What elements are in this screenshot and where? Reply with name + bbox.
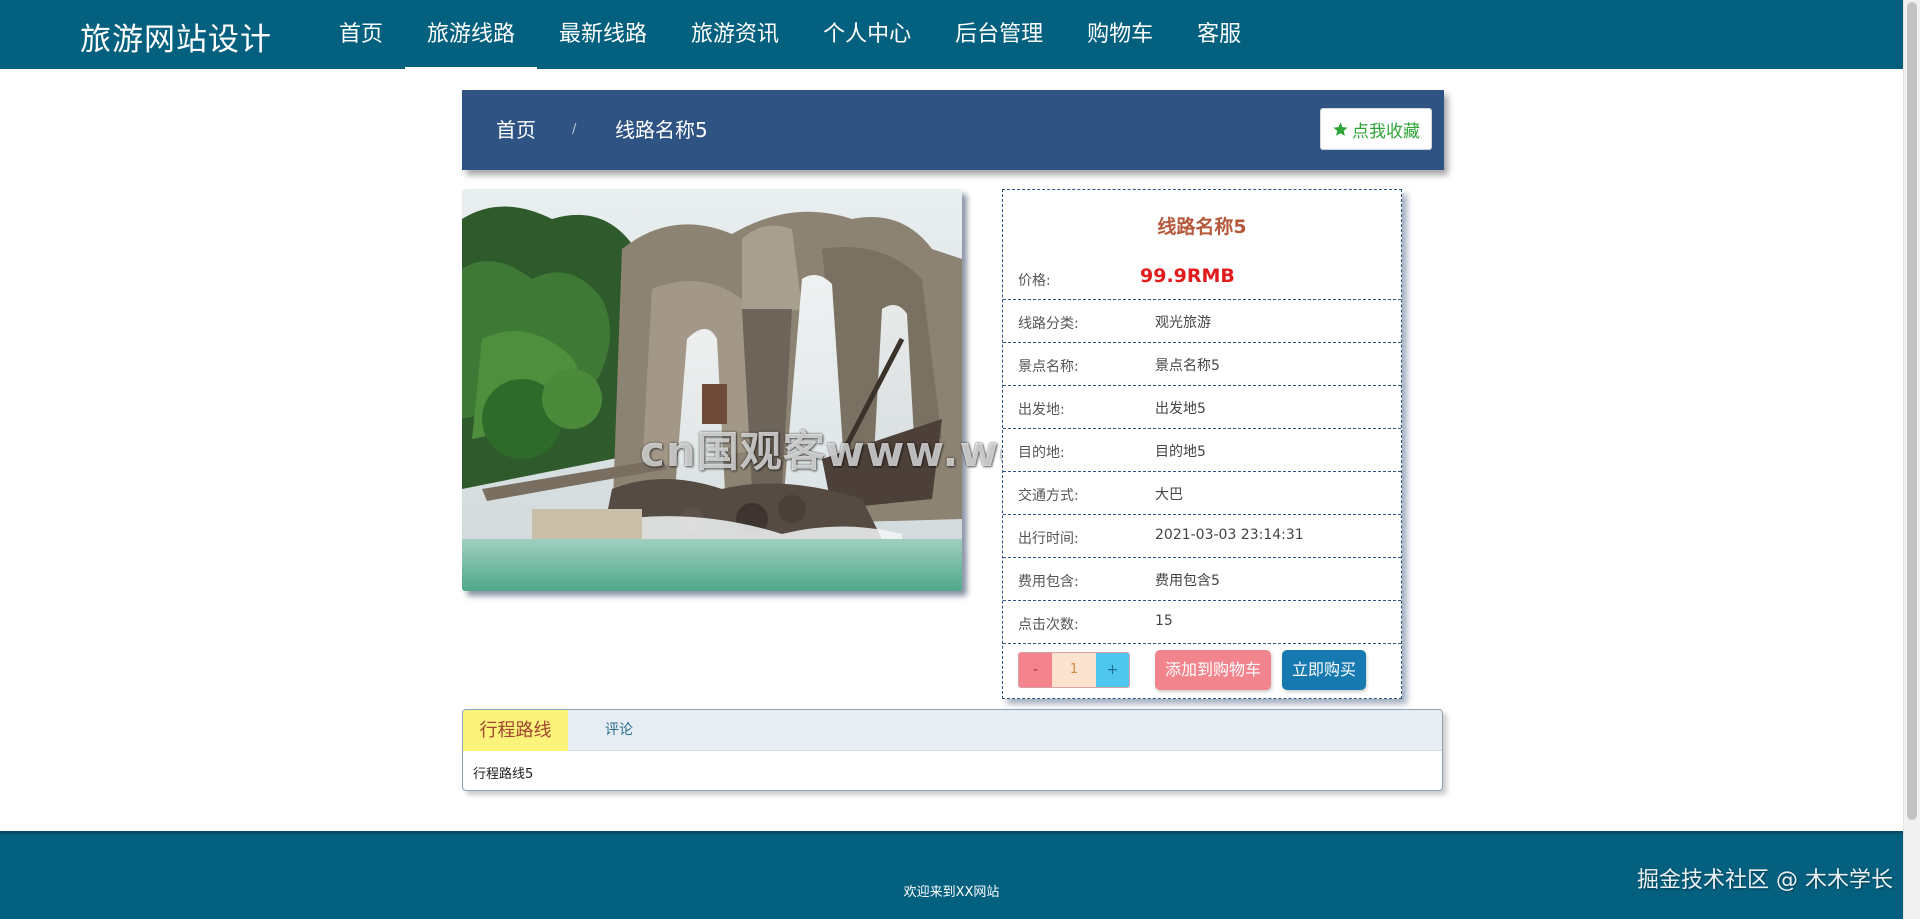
breadcrumb-home-link[interactable]: 首页 [496,90,536,170]
favorite-button[interactable]: 点我收藏 [1320,108,1432,150]
info-label: 出行时间: [1018,531,1079,547]
tab-content: 行程路线5 [473,767,534,782]
info-label: 景点名称: [1018,359,1079,375]
scrollbar-thumb[interactable] [1907,2,1917,820]
info-row-category: 线路分类: 观光旅游 [1003,299,1401,342]
quantity-stepper: - 1 + [1018,652,1130,688]
info-row-fee-includes: 费用包含: 费用包含5 [1003,557,1401,600]
info-row-transport: 交通方式: 大巴 [1003,471,1401,514]
info-row-departure: 出发地: 出发地5 [1003,385,1401,428]
route-title: 线路名称5 [1157,216,1247,238]
star-icon [1333,121,1348,136]
nav-item-customer-service[interactable]: 客服 [1175,0,1263,69]
info-value: 出发地5 [1155,401,1206,417]
tab-itinerary[interactable]: 行程路线 [463,710,568,751]
info-value: 目的地5 [1155,444,1206,460]
footer-text: 欢迎来到XX网站 [903,885,1000,900]
info-value: 15 [1155,613,1173,629]
favorite-label: 点我收藏 [1352,121,1420,142]
info-value: 观光旅游 [1155,315,1211,331]
tab-comments[interactable]: 评论 [605,710,633,751]
corner-watermark: 掘金技术社区 @ 木木学长 [1637,868,1893,893]
info-label: 出发地: [1018,402,1065,418]
breadcrumb: 首页 / 线路名称5 点我收藏 [462,90,1444,170]
purchase-actions: - 1 + 添加到购物车 立即购买 [1003,643,1401,698]
nav-item-home[interactable]: 首页 [317,0,405,69]
footer: 欢迎来到XX网站 [0,831,1903,919]
info-value: 景点名称5 [1155,358,1220,374]
nav-item-travel-news[interactable]: 旅游资讯 [669,0,801,69]
info-label: 交通方式: [1018,488,1079,504]
quantity-input[interactable]: 1 [1052,653,1096,687]
info-value: 2021-03-03 23:14:31 [1155,527,1304,543]
route-photo [462,189,962,591]
info-value: 大巴 [1155,487,1183,503]
tab-header: 行程路线 评论 [463,710,1442,751]
nav-item-travel-routes[interactable]: 旅游线路 [405,0,538,69]
price-label: 价格: [1018,273,1051,289]
footer-divider [0,831,1903,834]
nav-item-user-center[interactable]: 个人中心 [801,0,933,69]
add-to-cart-button[interactable]: 添加到购物车 [1155,650,1271,690]
route-tabs: 行程路线 评论 行程路线5 [462,709,1443,791]
info-row-scenic-spot: 景点名称: 景点名称5 [1003,342,1401,385]
site-title[interactable]: 旅游网站设计 [80,14,272,59]
info-label: 线路分类: [1018,316,1079,332]
info-row-travel-time: 出行时间: 2021-03-03 23:14:31 [1003,514,1401,557]
breadcrumb-separator: / [572,122,577,137]
price-value: 99.9RMB [1140,265,1235,287]
info-label: 点击次数: [1018,617,1079,633]
nav-item-cart[interactable]: 购物车 [1065,0,1175,69]
quantity-decrease-button[interactable]: - [1019,653,1052,687]
page-scrollbar[interactable] [1903,0,1920,919]
main-nav: 首页 旅游线路 最新线路 旅游资讯 个人中心 后台管理 购物车 客服 [317,0,1263,69]
info-row-destination: 目的地: 目的地5 [1003,428,1401,471]
info-row-click-count: 点击次数: 15 [1003,600,1401,643]
breadcrumb-current: 线路名称5 [615,118,708,142]
nav-item-admin[interactable]: 后台管理 [933,0,1065,69]
info-label: 目的地: [1018,445,1065,461]
quantity-increase-button[interactable]: + [1096,653,1129,687]
buy-now-button[interactable]: 立即购买 [1282,650,1366,690]
top-navbar: 旅游网站设计 首页 旅游线路 最新线路 旅游资讯 个人中心 后台管理 购物车 客… [0,0,1903,69]
info-value: 费用包含5 [1155,573,1220,589]
info-label: 费用包含: [1018,574,1079,590]
nav-item-latest-routes[interactable]: 最新线路 [537,0,669,69]
route-info-panel: 线路名称5 价格: 99.9RMB 线路分类: 观光旅游 景点名称: 景点名称5… [1002,189,1402,699]
